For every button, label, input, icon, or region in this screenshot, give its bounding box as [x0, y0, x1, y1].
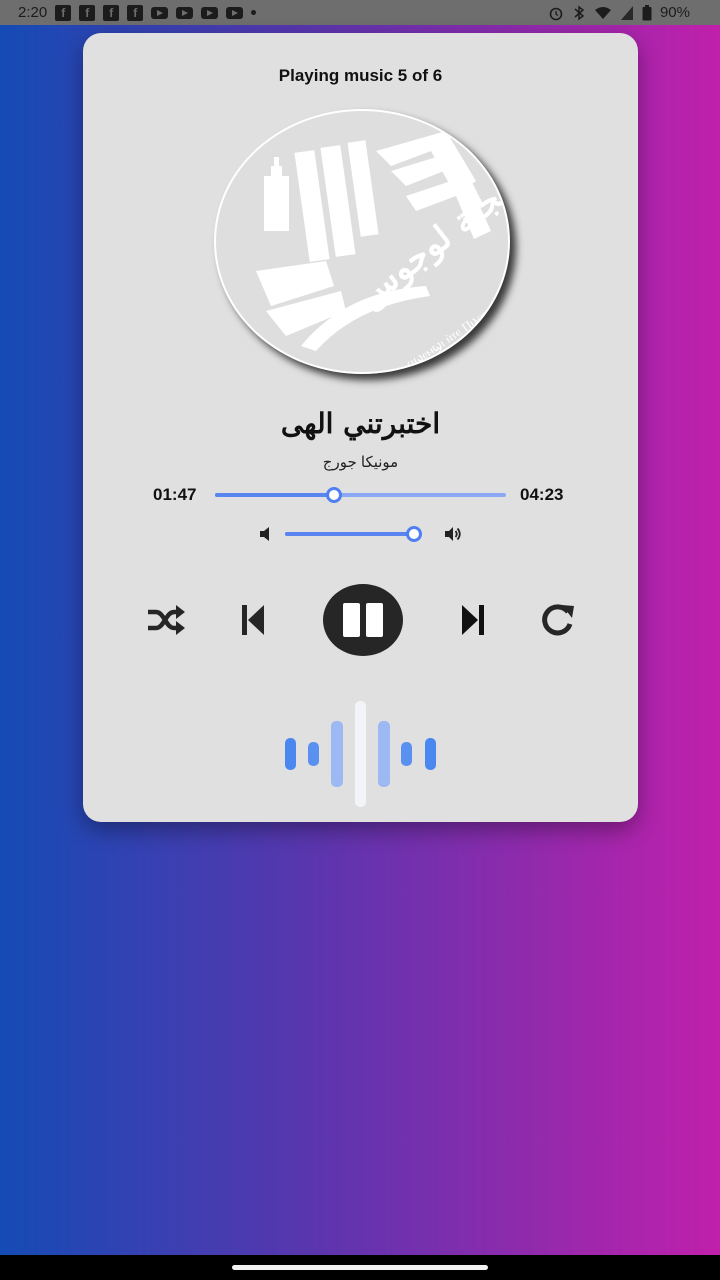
waveform-bar — [355, 701, 366, 807]
album-art-logo: مجلة لوجوس Ⲡⲓⲙⲉⲧⲣⲉϥϣⲉⲙϣⲓ ⲛ̀ⲧⲉ Ⲡⲓⲗⲟⲅⲟⲥ — [256, 131, 508, 372]
volume-low-icon[interactable] — [257, 523, 277, 545]
total-time: 04:23 — [520, 485, 564, 504]
battery-percent: 90% — [659, 4, 690, 21]
wifi-icon — [594, 6, 611, 19]
song-title: اختبرتني الهى — [280, 407, 441, 440]
repeat-icon — [542, 604, 574, 636]
shuffle-icon — [148, 605, 185, 635]
current-time: 01:47 — [153, 485, 197, 504]
home-gesture-bar[interactable] — [232, 1265, 488, 1270]
progress-slider-thumb[interactable] — [326, 487, 343, 503]
pause-button[interactable] — [323, 584, 403, 656]
next-button[interactable] — [455, 599, 491, 641]
signal-icon — [620, 5, 633, 20]
player-card: Playing music 5 of 6 مجلة لوجوس Ⲡⲓⲙⲉⲧⲣⲉϥ… — [83, 33, 638, 822]
alarm-icon — [549, 7, 563, 20]
status-bar-right: 90% — [548, 4, 690, 21]
progress-slider[interactable] — [215, 487, 506, 503]
skip-previous-icon — [242, 605, 264, 635]
progress-slider-fill — [215, 493, 335, 497]
youtube-icon — [226, 6, 244, 19]
status-bar: 2:20 f f f f 90% — [0, 0, 720, 25]
now-playing-header: Playing music 5 of 6 — [278, 66, 443, 85]
facebook-icon: f — [79, 4, 96, 21]
volume-high-icon[interactable] — [443, 523, 463, 545]
youtube-icon — [176, 6, 194, 19]
dot-icon — [251, 10, 257, 15]
waveform-bar — [308, 742, 319, 766]
volume-slider-fill — [285, 532, 415, 536]
album-art-coptic-text: Ⲡⲓⲙⲉⲧⲣⲉϥϣⲉⲙϣⲓ ⲛ̀ⲧⲉ Ⲡⲓⲗⲟⲅⲟⲥ — [371, 301, 499, 372]
facebook-icon: f — [55, 4, 72, 21]
bluetooth-icon — [574, 5, 585, 20]
waveform-bar — [378, 721, 390, 787]
album-art: مجلة لوجوس Ⲡⲓⲙⲉⲧⲣⲉϥϣⲉⲙϣⲓ ⲛ̀ⲧⲉ Ⲡⲓⲗⲟⲅⲟⲥ — [214, 109, 510, 374]
battery-icon — [642, 4, 652, 20]
previous-button[interactable] — [235, 599, 271, 641]
volume-slider-thumb[interactable] — [406, 526, 423, 542]
status-bar-left: 2:20 f f f f — [18, 4, 257, 21]
artist-name: مونيكا جورج — [322, 454, 399, 471]
waveform-visualizer — [83, 698, 638, 808]
pause-icon — [343, 603, 383, 637]
facebook-icon: f — [103, 4, 120, 21]
waveform-bar — [331, 721, 343, 787]
youtube-icon — [201, 6, 219, 19]
waveform-bar — [285, 738, 296, 770]
shuffle-button[interactable] — [145, 599, 187, 641]
waveform-bar — [425, 738, 436, 770]
facebook-icon: f — [127, 4, 144, 21]
repeat-button[interactable] — [537, 599, 579, 641]
skip-next-icon — [462, 605, 484, 635]
waveform-bar — [401, 742, 412, 766]
youtube-icon — [151, 6, 169, 19]
status-time: 2:20 — [18, 4, 48, 21]
volume-slider[interactable] — [285, 526, 423, 542]
